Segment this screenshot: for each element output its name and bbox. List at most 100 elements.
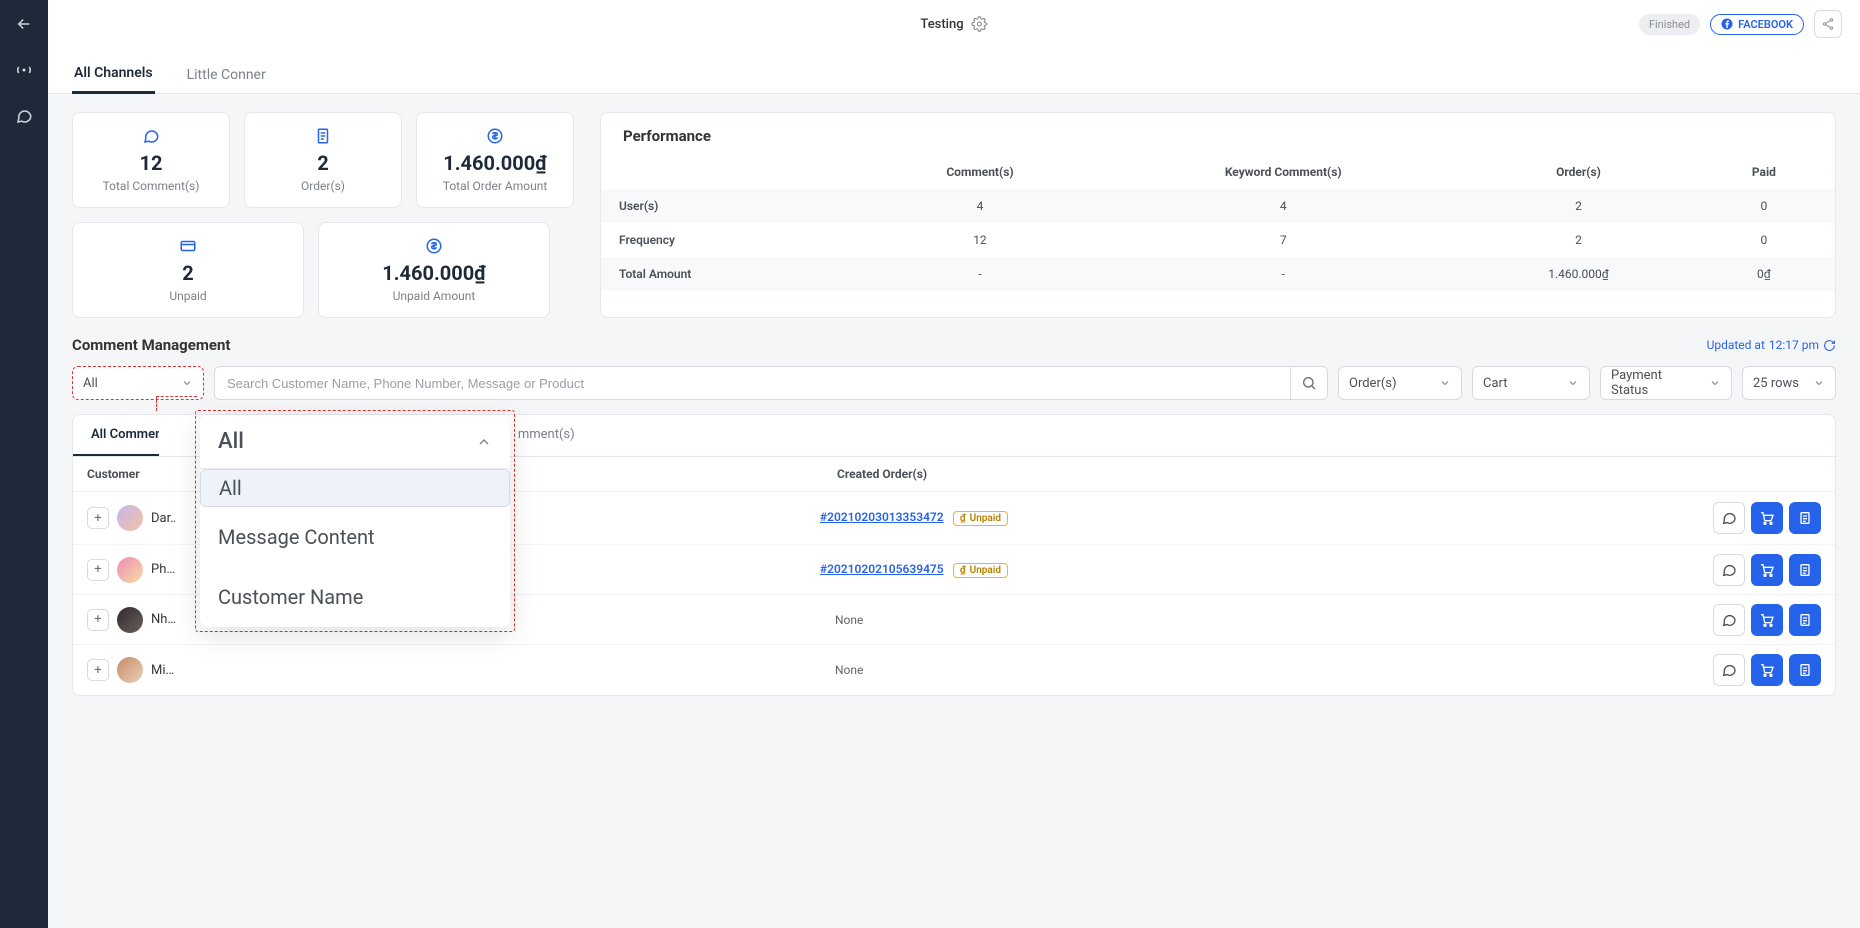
chat-bubble-icon xyxy=(142,127,160,145)
order-none: None xyxy=(835,613,863,627)
customer-name: Nh… xyxy=(151,612,175,627)
dropdown-item-all[interactable]: All xyxy=(200,469,510,507)
updated-at[interactable]: Updated at 12:17 pm xyxy=(1707,338,1836,352)
perf-cell: 2 xyxy=(1464,223,1693,257)
filter-dropdown-callout: All All Message Content Customer Name xyxy=(195,410,515,632)
row-cart-button[interactable] xyxy=(1751,554,1783,586)
dropdown-selected[interactable]: All xyxy=(200,415,510,469)
perf-cell: 0 xyxy=(1693,189,1835,223)
filter-cart-select[interactable]: Cart xyxy=(1472,366,1590,400)
avatar xyxy=(117,505,143,531)
filter-dropdown[interactable]: All All Message Content Customer Name xyxy=(200,415,510,627)
row-cart-button[interactable] xyxy=(1751,604,1783,636)
receipt-icon xyxy=(314,127,332,145)
finished-badge: Finished xyxy=(1639,14,1700,35)
card-icon xyxy=(179,237,197,255)
row-note-button[interactable] xyxy=(1789,604,1821,636)
search-button[interactable] xyxy=(1290,366,1328,400)
back-arrow-icon[interactable] xyxy=(12,12,36,36)
gear-icon[interactable] xyxy=(972,16,988,32)
broadcast-icon[interactable] xyxy=(12,58,36,82)
perf-cell: 2 xyxy=(1464,189,1693,223)
row-note-button[interactable] xyxy=(1789,654,1821,686)
tab-all-comments[interactable]: All Comments xyxy=(73,415,159,456)
perf-cell: 4 xyxy=(1102,189,1464,223)
header: Testing Finished FACEBOOK xyxy=(48,0,1860,48)
note-icon xyxy=(1797,562,1813,578)
chevron-down-icon xyxy=(1567,377,1579,389)
row-note-button[interactable] xyxy=(1789,554,1821,586)
perf-row-users: User(s) 4 4 2 0 xyxy=(601,189,1835,223)
expand-button[interactable]: + xyxy=(87,559,109,581)
chevron-down-icon xyxy=(1813,377,1825,389)
expand-button[interactable]: + xyxy=(87,609,109,631)
perf-col-paid: Paid xyxy=(1693,155,1835,189)
tab-little-conner[interactable]: Little Conner xyxy=(185,57,268,93)
chat-icon xyxy=(1721,612,1737,628)
order-none: None xyxy=(835,663,863,677)
kpi-label: Total Order Amount xyxy=(443,179,548,193)
tab-all-channels[interactable]: All Channels xyxy=(72,55,155,94)
chat-icon xyxy=(1721,662,1737,678)
perf-row-frequency: Frequency 12 7 2 0 xyxy=(601,223,1835,257)
dropdown-item-message-content[interactable]: Message Content xyxy=(200,507,510,567)
row-chat-button[interactable] xyxy=(1713,604,1745,636)
customer-name: Mi… xyxy=(151,663,175,678)
perf-cell: 7 xyxy=(1102,223,1464,257)
filter-orders-select[interactable]: Order(s) xyxy=(1338,366,1462,400)
expand-button[interactable]: + xyxy=(87,659,109,681)
kpi-value: 1.460.000₫ xyxy=(382,261,485,285)
order-link[interactable]: #20210202105639475 xyxy=(820,562,944,576)
kpi-label: Unpaid xyxy=(169,289,206,303)
perf-cell: 0 xyxy=(1693,223,1835,257)
row-cart-button[interactable] xyxy=(1751,654,1783,686)
dropdown-item-customer-name[interactable]: Customer Name xyxy=(200,567,510,627)
table-row: + Mi… None xyxy=(73,645,1835,695)
perf-cell: Frequency xyxy=(601,223,858,257)
order-link[interactable]: #20210203013353472 xyxy=(820,510,944,524)
channel-tabs: All Channels Little Conner xyxy=(48,48,1860,94)
perf-col-blank xyxy=(601,155,858,189)
kpi-value: 2 xyxy=(317,151,328,175)
perf-cell: 0₫ xyxy=(1693,257,1835,291)
perf-cell: 4 xyxy=(858,189,1103,223)
unpaid-label: Unpaid xyxy=(970,565,1001,576)
filter-payment-select[interactable]: Payment Status xyxy=(1600,366,1732,400)
row-chat-button[interactable] xyxy=(1713,554,1745,586)
facebook-label: FACEBOOK xyxy=(1738,18,1793,31)
kpi-total-order-amount: 1.460.000₫ Total Order Amount xyxy=(416,112,574,208)
share-button[interactable] xyxy=(1814,10,1842,38)
chat-icon xyxy=(1721,562,1737,578)
cart-icon xyxy=(1759,562,1775,578)
col-orders: Created Order(s) xyxy=(507,467,1107,481)
filter-rows-select[interactable]: 25 rows xyxy=(1742,366,1836,400)
kpi-label: Unpaid Amount xyxy=(393,289,476,303)
perf-cell: - xyxy=(858,257,1103,291)
row-chat-button[interactable] xyxy=(1713,502,1745,534)
search-input[interactable] xyxy=(214,366,1290,400)
note-icon xyxy=(1797,510,1813,526)
search-icon xyxy=(1301,375,1317,391)
dollar-icon xyxy=(425,237,443,255)
perf-col-orders: Order(s) xyxy=(1464,155,1693,189)
expand-button[interactable]: + xyxy=(87,507,109,529)
perf-cell: 1.460.000₫ xyxy=(1464,257,1693,291)
row-cart-button[interactable] xyxy=(1751,502,1783,534)
dropdown-selected-label: All xyxy=(218,429,244,454)
kpi-value: 12 xyxy=(140,151,163,175)
unpaid-badge: ₫Unpaid xyxy=(953,511,1008,526)
kpi-unpaid-amount: 1.460.000₫ Unpaid Amount xyxy=(318,222,550,318)
filter-all-label: All xyxy=(83,376,98,391)
chat-icon[interactable] xyxy=(12,104,36,128)
kpi-label: Order(s) xyxy=(301,179,345,193)
performance-panel: Performance Comment(s) Keyword Comment(s… xyxy=(600,112,1836,318)
kpi-label: Total Comment(s) xyxy=(103,179,200,193)
filter-all-select[interactable]: All xyxy=(72,366,204,400)
row-chat-button[interactable] xyxy=(1713,654,1745,686)
facebook-badge[interactable]: FACEBOOK xyxy=(1710,14,1804,35)
customer-name: Dar… xyxy=(151,511,175,526)
row-note-button[interactable] xyxy=(1789,502,1821,534)
filter-rows-label: 25 rows xyxy=(1753,376,1799,391)
perf-cell: User(s) xyxy=(601,189,858,223)
perf-cell: - xyxy=(1102,257,1464,291)
